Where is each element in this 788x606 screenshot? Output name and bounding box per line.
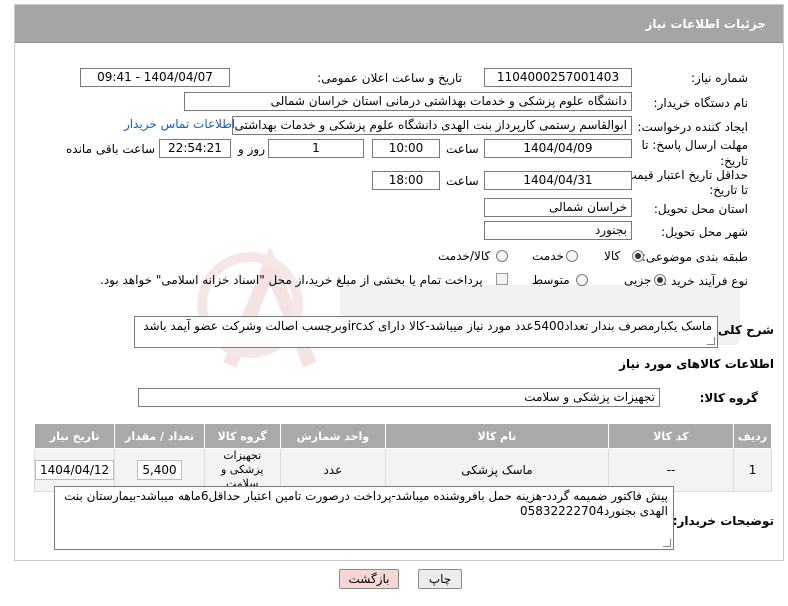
resize-handle-icon[interactable] — [707, 337, 715, 345]
city-field: بجنورد — [484, 221, 632, 240]
buyer-org-label: نام دستگاه خریدار: — [653, 96, 749, 110]
need-number-label: شماره نیاز: — [691, 71, 748, 85]
province-field: خراسان شمالی — [484, 198, 632, 217]
announce-field: 1404/04/07 - 09:41 — [80, 68, 230, 87]
col-row: ردیف — [733, 423, 772, 449]
treasury-checkbox[interactable] — [496, 273, 508, 285]
cell-date-value: 1404/04/12 — [35, 460, 115, 480]
category-radio-goods[interactable] — [632, 250, 644, 262]
buyer-notes-label: توضیحات خریدار: — [672, 514, 774, 528]
goods-group-field: تجهیزات پزشکی و سلامت — [138, 388, 660, 407]
page-title: جزئیات اطلاعات نیاز — [645, 17, 766, 31]
deadline-time-label: ساعت — [446, 142, 479, 156]
category-radio-both[interactable] — [496, 250, 508, 262]
province-label: استان محل تحویل: — [653, 202, 748, 216]
buyer-notes-text: پیش فاکتور ضمیمه گردد-هزینه حمل بافروشند… — [64, 489, 668, 518]
goods-group-label: گروه کالا: — [699, 391, 758, 405]
col-unit: واحد شمارش — [279, 423, 387, 449]
cell-qty-value: 5,400 — [137, 460, 182, 480]
category-radio-service[interactable] — [566, 250, 578, 262]
category-option-both: کالا/خدمت — [438, 249, 491, 263]
remaining-label: ساعت باقی مانده — [66, 142, 156, 156]
creator-field: ابوالقاسم رستمی کارپرداز بنت الهدی دانشگ… — [232, 116, 632, 135]
announce-label: تاریخ و ساعت اعلان عمومی: — [317, 71, 462, 85]
resize-handle-icon[interactable] — [663, 539, 671, 547]
col-code: کد کالا — [607, 423, 735, 449]
table-header-row: تاریخ نیاز تعداد / مقدار گروه کالا واحد … — [33, 423, 772, 449]
buyer-org-field: دانشگاه علوم پزشکی و خدمات بهداشتی درمان… — [184, 92, 632, 111]
buyer-notes-textarea: پیش فاکتور ضمیمه گردد-هزینه حمل بافروشند… — [54, 486, 674, 550]
process-option-minor: جزیی — [624, 273, 652, 287]
days-label: روز و — [238, 142, 265, 156]
process-option-medium: متوسط — [532, 273, 570, 287]
process-label: نوع فرآیند خرید : — [663, 274, 748, 288]
description-textarea: ماسک یکبارمصرف بندار تعداد5400عدد مورد ن… — [134, 316, 718, 348]
remaining-time-field: 22:54:21 — [159, 139, 231, 158]
payment-note: پرداخت تمام یا بخشی از مبلغ خرید،از محل … — [100, 273, 483, 287]
process-radio-minor[interactable] — [654, 274, 666, 286]
deadline-label: مهلت ارسال پاسخ: تا — [641, 138, 748, 152]
min-price-label: حداقل تاریخ اعتبار قیمت: — [621, 168, 748, 182]
min-price-date-field: 1404/04/31 — [484, 171, 632, 190]
print-button[interactable]: چاپ — [418, 569, 462, 589]
category-option-goods: کالا — [604, 249, 621, 263]
deadline-time-field: 10:00 — [372, 139, 440, 158]
city-label: شهر محل تحویل: — [661, 225, 748, 239]
min-price-label-2: تا تاریخ: — [709, 183, 748, 197]
col-name: نام کالا — [385, 423, 609, 449]
goods-section-title: اطلاعات کالاهای مورد نیاز — [619, 357, 774, 371]
category-option-service: خدمت — [532, 249, 564, 263]
creator-label: ایجاد کننده درخواست: — [637, 120, 748, 134]
col-group: گروه کالا — [203, 423, 281, 449]
need-number-field: 1104000257001403 — [484, 68, 632, 87]
category-label: طبقه بندی موضوعی: — [641, 250, 748, 264]
min-price-time-field: 18:00 — [372, 171, 440, 190]
description-text: ماسک یکبارمصرف بندار تعداد5400عدد مورد ن… — [143, 319, 712, 333]
goods-table: تاریخ نیاز تعداد / مقدار گروه کالا واحد … — [33, 423, 772, 492]
col-quantity: تعداد / مقدار — [114, 423, 205, 449]
col-need-date: تاریخ نیاز — [33, 423, 116, 449]
min-price-time-label: ساعت — [446, 174, 479, 188]
cell-group-value: تجهیزات پزشکی و سلامت — [221, 449, 264, 490]
days-field: 1 — [268, 139, 364, 158]
back-button[interactable]: بازگشت — [339, 569, 399, 589]
deadline-date-field: 1404/04/09 — [484, 139, 632, 158]
buyer-contact-link[interactable]: اطلاعات تماس خریدار — [124, 117, 235, 131]
cell-row: 1 — [733, 448, 772, 492]
process-radio-medium[interactable] — [576, 274, 588, 286]
deadline-label-2: تاریخ: — [720, 154, 748, 168]
